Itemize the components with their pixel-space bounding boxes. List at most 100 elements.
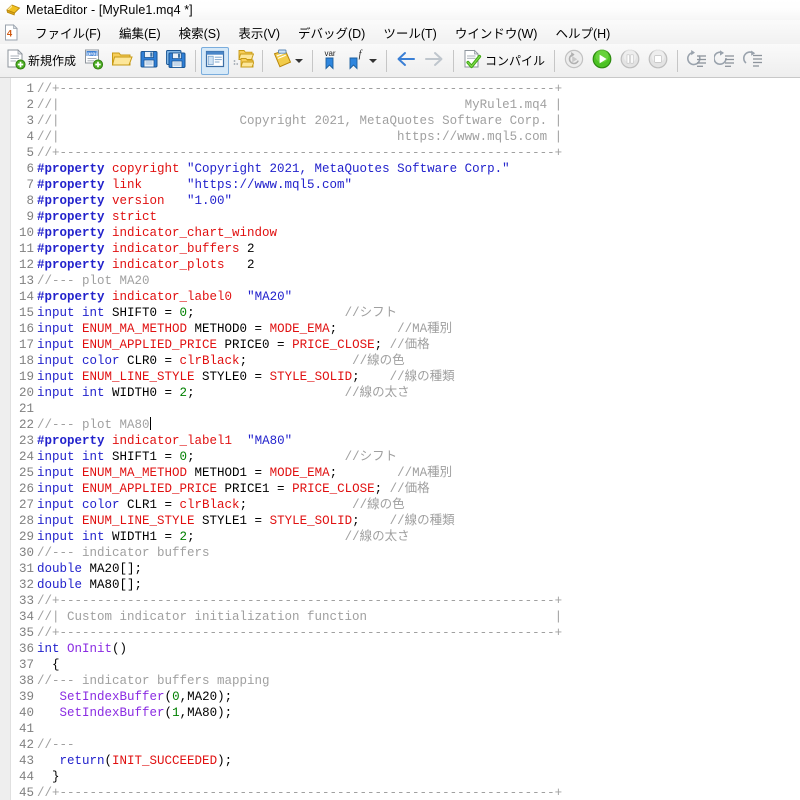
code-token: ); [217, 754, 233, 768]
code-token: WIDTH1 = [112, 530, 180, 544]
stop-button[interactable] [644, 46, 672, 76]
pause-button[interactable] [616, 46, 644, 76]
code-line[interactable]: //| Custom indicator initialization func… [37, 609, 800, 625]
code-line[interactable]: int OnInit() [37, 641, 800, 657]
menu-window[interactable]: ウインドウ(W) [446, 21, 547, 44]
code-line[interactable]: input ENUM_APPLIED_PRICE PRICE0 = PRICE_… [37, 337, 800, 353]
menu-bar: 4 ファイル(F) 編集(E) 検索(S) 表示(V) デバッグ(D) ツール(… [0, 20, 800, 44]
code-line[interactable]: input int SHIFT1 = 0; //シフト [37, 449, 800, 465]
code-token: color [82, 498, 128, 512]
code-line[interactable]: //+-------------------------------------… [37, 625, 800, 641]
code-line[interactable]: input ENUM_LINE_STYLE STYLE1 = STYLE_SOL… [37, 513, 800, 529]
code-line[interactable]: //+-------------------------------------… [37, 145, 800, 161]
code-line[interactable]: } [37, 769, 800, 785]
menu-tools[interactable]: ツール(T) [374, 21, 445, 44]
code-line[interactable]: #property link "https://www.mql5.com" [37, 177, 800, 193]
code-line[interactable]: input ENUM_APPLIED_PRICE PRICE1 = PRICE_… [37, 481, 800, 497]
code-line[interactable]: #property version "1.00" [37, 193, 800, 209]
code-line[interactable]: double MA80[]; [37, 577, 800, 593]
line-number: 24 [18, 450, 34, 464]
step-over-button[interactable] [711, 46, 739, 76]
menu-edit[interactable]: 編集(E) [110, 21, 170, 44]
code-line[interactable]: #property strict [37, 209, 800, 225]
code-token: strict [112, 210, 158, 224]
code-token: indicator_chart_window [112, 226, 278, 240]
back-button[interactable] [392, 46, 420, 76]
code-line[interactable]: return(INIT_SUCCEEDED); [37, 753, 800, 769]
code-line[interactable]: input ENUM_MA_METHOD METHOD1 = MODE_EMA;… [37, 465, 800, 481]
code-line[interactable]: #property indicator_label0 "MA20" [37, 289, 800, 305]
code-line[interactable]: input color CLR1 = clrBlack; //線の色 [37, 497, 800, 513]
line-number: 43 [18, 754, 34, 768]
svg-text:proj: proj [87, 52, 97, 58]
code-line[interactable]: double MA20[]; [37, 561, 800, 577]
line-number: 32 [18, 578, 34, 592]
watch-variable-button[interactable]: var [318, 46, 344, 76]
toolbox-button[interactable] [229, 46, 257, 76]
code-line[interactable]: input ENUM_LINE_STYLE STYLE0 = STYLE_SOL… [37, 369, 800, 385]
code-token: 0 [172, 690, 180, 704]
code-line[interactable]: { [37, 657, 800, 673]
function-bookmark-button[interactable]: f [344, 46, 381, 76]
arrow-right-icon [423, 50, 445, 71]
open-button[interactable] [108, 46, 136, 76]
code-line[interactable]: //| Copyright 2021, MetaQuotes Software … [37, 113, 800, 129]
code-token: input [37, 450, 83, 464]
code-line[interactable]: //| https://www.mql5.com | [37, 129, 800, 145]
code-line[interactable]: input color CLR0 = clrBlack; //線の色 [37, 353, 800, 369]
start-button[interactable] [588, 46, 616, 76]
code-line[interactable]: SetIndexBuffer(1,MA80); [37, 705, 800, 721]
code-line[interactable]: //+-------------------------------------… [37, 593, 800, 609]
code-line[interactable]: //--- indicator buffers [37, 545, 800, 561]
menu-help[interactable]: ヘルプ(H) [546, 21, 619, 44]
step-into-button[interactable] [683, 46, 711, 76]
code-line[interactable]: input int SHIFT0 = 0; //シフト [37, 305, 800, 321]
code-line[interactable]: #property indicator_buffers 2 [37, 241, 800, 257]
clipboard-dropdown-caret-icon[interactable] [295, 58, 304, 63]
step-out-button[interactable] [739, 46, 767, 76]
function-dropdown-caret-icon[interactable] [369, 58, 378, 63]
code-token: ENUM_MA_METHOD [82, 322, 195, 336]
code-line[interactable]: //--- indicator buffers mapping [37, 673, 800, 689]
debug-history-button[interactable] [560, 46, 588, 76]
new-file-button[interactable]: 新規作成 [2, 46, 80, 76]
code-line[interactable]: #property indicator_label1 "MA80" [37, 433, 800, 449]
save-button[interactable] [136, 46, 162, 76]
code-line[interactable]: #property copyright "Copyright 2021, Met… [37, 161, 800, 177]
line-number: 42 [18, 738, 34, 752]
breakpoint-margin[interactable] [0, 78, 11, 800]
new-document-icon [6, 48, 26, 73]
code-line[interactable] [37, 721, 800, 737]
code-token: input [37, 466, 83, 480]
compile-button[interactable]: コンパイル [459, 46, 549, 76]
menu-debug[interactable]: デバッグ(D) [289, 21, 374, 44]
menu-view[interactable]: 表示(V) [229, 21, 289, 44]
navigator-toggle-button[interactable] [201, 46, 230, 75]
code-token: color [82, 354, 128, 368]
code-line[interactable]: #property indicator_chart_window [37, 225, 800, 241]
code-token: CLR1 = [127, 498, 180, 512]
line-number: 11 [18, 242, 34, 256]
code-line[interactable]: input int WIDTH0 = 2; //線の太さ [37, 385, 800, 401]
clipboard-button[interactable] [268, 46, 307, 76]
code-line[interactable]: //| MyRule1.mq4 | [37, 97, 800, 113]
menu-file[interactable]: ファイル(F) [26, 21, 110, 44]
code-line[interactable]: //--- plot MA80 [37, 417, 800, 433]
code-line[interactable]: //+-------------------------------------… [37, 81, 800, 97]
code-line[interactable]: //+-------------------------------------… [37, 785, 800, 800]
code-text-area[interactable]: //+-------------------------------------… [35, 78, 800, 800]
code-line[interactable]: //--- [37, 737, 800, 753]
forward-button[interactable] [420, 46, 448, 76]
code-line[interactable]: input int WIDTH1 = 2; //線の太さ [37, 529, 800, 545]
code-line[interactable]: #property indicator_plots 2 [37, 257, 800, 273]
play-green-icon [591, 48, 613, 73]
save-all-button[interactable] [162, 46, 190, 76]
code-line[interactable] [37, 401, 800, 417]
code-editor[interactable]: 1 2 3 4 5 6 7 8 9 10 11 12 13 14 15 16 17 18 19 20 21 22 23 24 2… [0, 78, 800, 800]
code-line[interactable]: input ENUM_MA_METHOD METHOD0 = MODE_EMA;… [37, 321, 800, 337]
code-line[interactable]: SetIndexBuffer(0,MA20); [37, 689, 800, 705]
menu-search[interactable]: 検索(S) [170, 21, 230, 44]
new-project-button[interactable]: proj [80, 46, 108, 76]
code-line[interactable]: //--- plot MA20 [37, 273, 800, 289]
